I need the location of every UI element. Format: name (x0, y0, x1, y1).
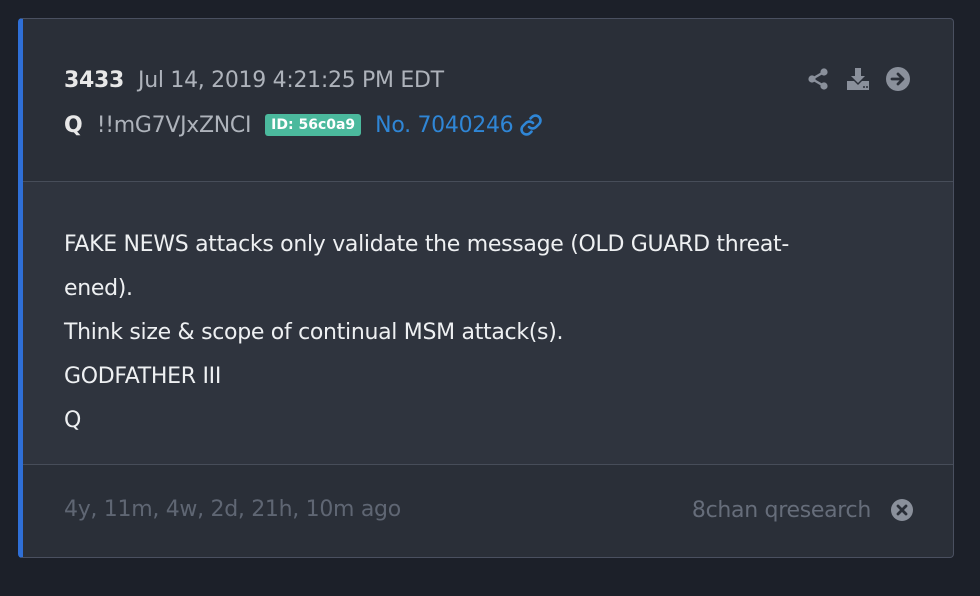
message-line: GODFATHER III (64, 364, 222, 389)
post-author-row: Q !!mG7VJxZNCI ID: 56c0a9 No. 7040246 (64, 109, 543, 141)
message-line: Q (64, 408, 82, 433)
post-body: FAKE NEWS attacks only validate the mess… (23, 182, 953, 464)
link-icon[interactable] (519, 113, 543, 137)
download-icon[interactable] (845, 66, 871, 92)
post-number: 3433 (64, 67, 125, 93)
post-footer: 4y, 11m, 4w, 2d, 21h, 10m ago 8chan qres… (23, 465, 953, 557)
source-label: 8chan qresearch (691, 497, 871, 523)
arrow-right-circle-icon[interactable] (885, 66, 911, 92)
message-line: FAKE NEWS attacks only validate the mess… (64, 232, 790, 257)
message-line: Think size & scope of continual MSM atta… (64, 320, 564, 345)
post-message: FAKE NEWS attacks only validate the mess… (64, 223, 904, 443)
source-tag: 8chan qresearch (692, 497, 915, 523)
post-date: Jul 14, 2019 4:21:25 PM EDT (138, 67, 444, 93)
post-header: 3433 Jul 14, 2019 4:21:25 PM EDT Q !!mG7… (23, 19, 953, 181)
close-circle-icon[interactable] (889, 497, 915, 523)
message-line: ened). (64, 276, 133, 301)
share-icon[interactable] (805, 66, 831, 92)
post-number-link[interactable]: No. 7040246 (375, 113, 514, 138)
time-ago: 4y, 11m, 4w, 2d, 21h, 10m ago (64, 497, 401, 522)
tripcode: !!mG7VJxZNCI (96, 112, 252, 138)
post-card: 3433 Jul 14, 2019 4:21:25 PM EDT Q !!mG7… (18, 18, 954, 558)
author-name: Q (64, 112, 83, 138)
post-meta-row: 3433 Jul 14, 2019 4:21:25 PM EDT (64, 65, 444, 95)
id-badge: ID: 56c0a9 (265, 114, 362, 136)
post-actions (805, 66, 911, 92)
